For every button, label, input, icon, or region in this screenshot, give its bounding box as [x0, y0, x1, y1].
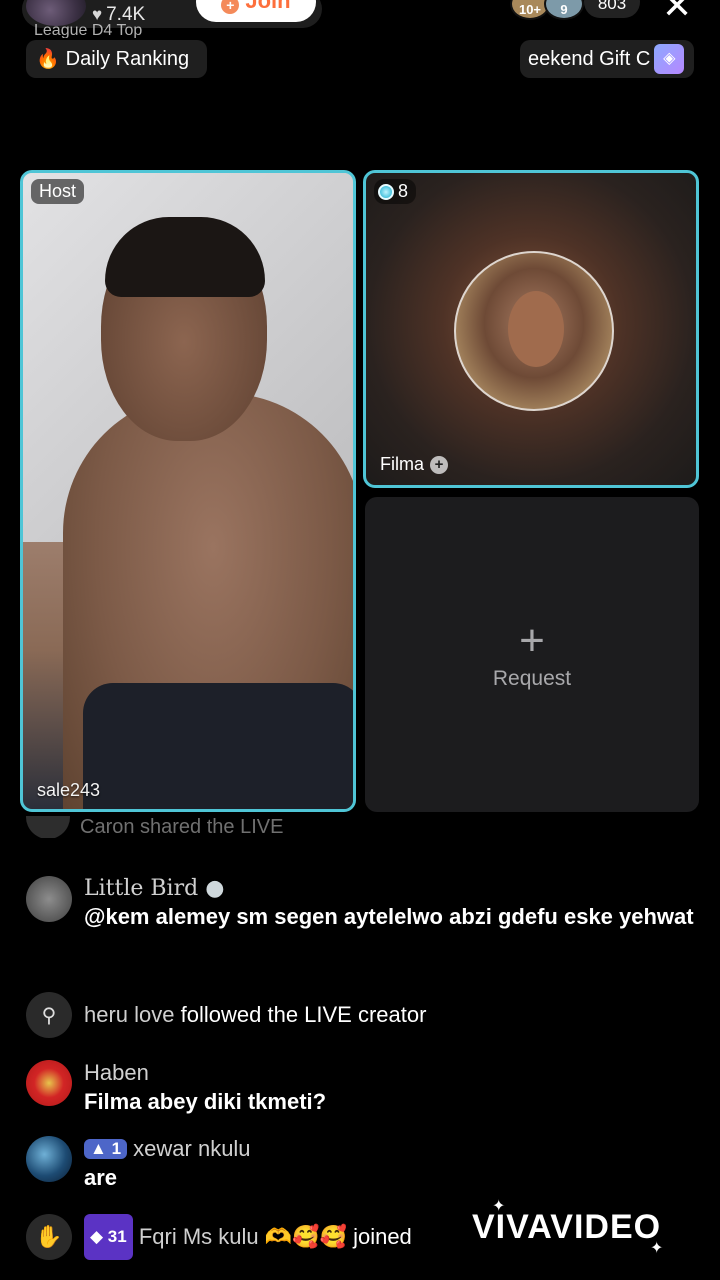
follow-action-text: followed the LIVE creator	[180, 1002, 427, 1027]
level-value: 1	[111, 1139, 122, 1158]
guest-avatar-face	[508, 291, 564, 367]
comment-item[interactable]: Haben Filma abey diki tkmeti?	[26, 1060, 696, 1116]
comment-text: are	[84, 1165, 118, 1190]
wave-hand-icon: ✋	[26, 1214, 72, 1260]
viewer-rank-badge: 9	[560, 2, 568, 17]
request-label: Request	[492, 666, 572, 690]
guest-video-tile[interactable]: 8 Filma +	[363, 170, 699, 488]
host-video-shorts	[83, 683, 353, 809]
commenter-avatar[interactable]	[26, 1136, 72, 1182]
follow-user-icon: ⚲	[26, 992, 72, 1038]
join-label: Join	[245, 0, 291, 13]
viewer-count[interactable]: 803	[584, 0, 640, 18]
follow-plus-icon[interactable]: +	[430, 455, 448, 474]
guest-name-row[interactable]: Filma +	[380, 454, 448, 475]
commenter-avatar[interactable]	[26, 1060, 72, 1106]
level-value: 31	[107, 1227, 127, 1246]
request-slot[interactable]: + Request	[365, 497, 699, 812]
commenter-name: xewar nkulu	[133, 1136, 251, 1161]
host-video-tile[interactable]: Host sale243	[20, 170, 356, 812]
level-badge: ◆ 31	[84, 1214, 133, 1260]
system-message: ⚲ heru love followed the LIVE creator	[26, 992, 696, 1038]
level-badge: ▲ 1	[84, 1139, 128, 1159]
add-icon: +	[519, 615, 545, 665]
join-button[interactable]: + Join	[196, 0, 316, 22]
join-action-text: joined	[353, 1224, 412, 1249]
daily-ranking-button[interactable]: 🔥 Daily Ranking	[26, 40, 208, 78]
close-icon[interactable]: ✕	[662, 0, 692, 24]
commenter-name[interactable]: Little Bird ●	[84, 876, 696, 901]
guest-avatar[interactable]	[454, 251, 614, 411]
comment-item[interactable]: ▲ 1 xewar nkulu are	[26, 1136, 696, 1192]
commenter-name-text: Little Bird	[84, 876, 199, 901]
top-viewer-avatar-2[interactable]: 9	[544, 0, 584, 20]
faded-comment-text: Caron shared the LIVE	[80, 816, 284, 838]
comment-item[interactable]: Little Bird ● @kem alemey sm segen aytel…	[26, 876, 696, 931]
sparkle-icon: ✦	[650, 1240, 664, 1257]
league-label[interactable]: League D4 Top	[34, 22, 142, 38]
follower-name[interactable]: heru love	[84, 1002, 175, 1027]
commenter-name-row[interactable]: ▲ 1 xewar nkulu	[84, 1136, 696, 1162]
weekend-gift-banner[interactable]: eekend Gift C ◈	[520, 40, 694, 78]
joiner-emoji: 🫶🥰🥰	[264, 1224, 347, 1249]
comment-text: Filma abey diki tkmeti?	[84, 1089, 327, 1114]
joiner-name[interactable]: Fqri Ms kulu	[139, 1224, 259, 1249]
viewer-rank-badge: 10+	[518, 2, 542, 17]
flame-icon: 🔥	[36, 49, 60, 70]
share-icon	[26, 816, 70, 838]
host-username[interactable]: sale243	[37, 780, 100, 801]
host-tag: Host	[31, 179, 85, 204]
gift-label: eekend Gift C	[528, 47, 651, 70]
sparkle-icon: ✦	[492, 1198, 506, 1215]
plus-icon: +	[221, 0, 240, 14]
faded-comment: Caron shared the LIVE	[26, 816, 283, 838]
commenter-name[interactable]: Haben	[84, 1060, 696, 1086]
comment-text: @kem alemey sm segen aytelelwo abzi gdef…	[84, 904, 694, 929]
bird-icon: ●	[205, 876, 225, 901]
ranking-label: Daily Ranking	[65, 47, 190, 70]
gift-box-icon: ◈	[654, 44, 685, 74]
guest-score-value: 8	[398, 181, 409, 201]
gem-icon	[378, 183, 394, 200]
commenter-avatar[interactable]	[26, 876, 72, 922]
guest-score-badge: 8	[374, 179, 417, 204]
guest-name: Filma	[380, 454, 424, 474]
